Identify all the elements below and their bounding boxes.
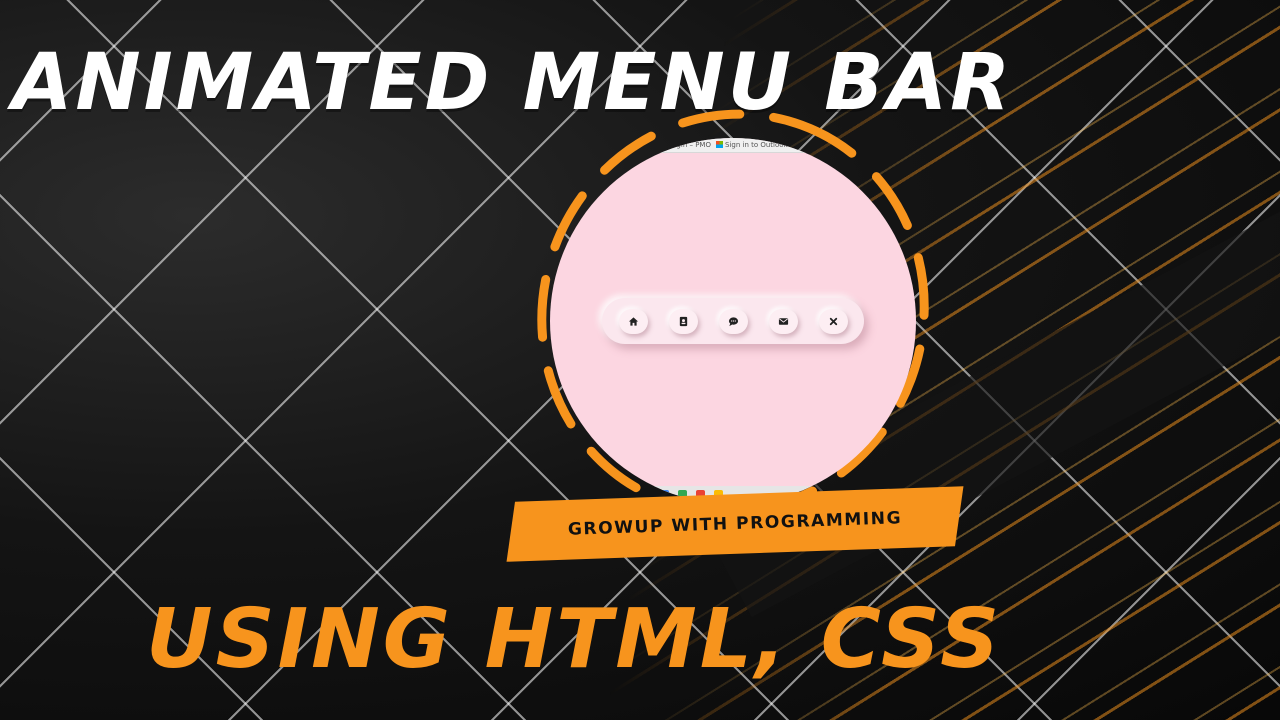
menu-button-mail[interactable] xyxy=(769,309,798,334)
subtitle: USING HTML, CSS xyxy=(146,592,1003,687)
menu-button-home[interactable] xyxy=(619,309,648,334)
browser-bookmarks-bar: ngin – PMO Sign in to Outlook xyxy=(550,138,916,153)
bookmark-pmo[interactable]: ngin – PMO xyxy=(672,141,711,149)
microsoft-icon xyxy=(716,141,723,148)
menu-button-contact[interactable] xyxy=(669,309,698,334)
envelope-icon xyxy=(778,318,789,325)
bookmark-outlook[interactable]: Sign in to Outlook xyxy=(716,141,788,149)
screenshot-preview: ngin – PMO Sign in to Outlook xyxy=(550,138,916,504)
menu-button-close[interactable] xyxy=(819,309,848,334)
menu-button-chat[interactable] xyxy=(719,309,748,334)
chat-icon xyxy=(728,317,739,327)
home-icon xyxy=(628,317,639,326)
banner-text: GROWUP WITH PROGRAMMING xyxy=(567,508,903,540)
bookmark-outlook-label: Sign in to Outlook xyxy=(725,141,788,149)
contact-card-icon xyxy=(679,316,688,327)
close-icon xyxy=(829,317,838,326)
menu-bar xyxy=(602,298,864,344)
